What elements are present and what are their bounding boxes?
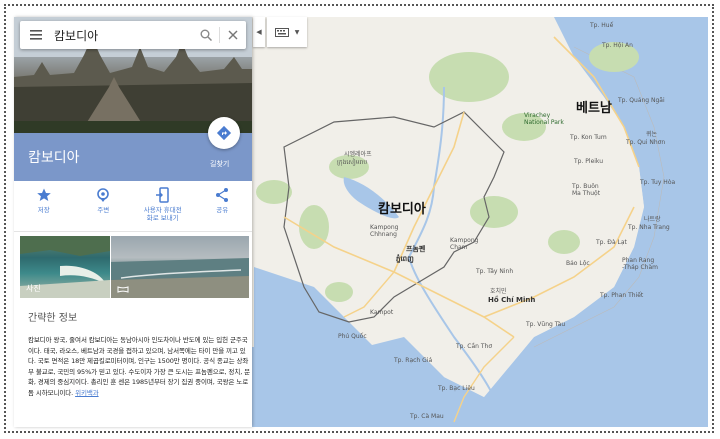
photos-label: 사진 bbox=[26, 284, 41, 293]
city-label-siem-reap: 시엠레아프 bbox=[344, 151, 372, 158]
directions-icon bbox=[216, 125, 232, 141]
photo-thumbnail-sea[interactable] bbox=[111, 236, 249, 298]
input-tools-button[interactable]: ▼ bbox=[267, 17, 307, 47]
nearby-label: 주변 bbox=[97, 206, 110, 214]
country-label-vietnam: 베트남 bbox=[576, 101, 612, 116]
overview-heading: 간략한 정보 bbox=[28, 313, 78, 324]
send-to-phone-icon bbox=[155, 187, 169, 203]
overview-body: 캄보디아 왕국, 줄여서 캄보디아는 동남아시아 인도차이나 반도에 있는 입헌… bbox=[28, 336, 251, 397]
directions-label: 길찾기 bbox=[210, 160, 230, 168]
nearby-button[interactable]: 주변 bbox=[74, 185, 134, 231]
wikipedia-link[interactable]: 위키백과 bbox=[75, 389, 99, 397]
photo-thumbnail-beach[interactable]: 사진 bbox=[20, 236, 110, 298]
hamburger-menu-icon[interactable] bbox=[20, 21, 52, 49]
map-label: Phú Quốc bbox=[338, 333, 367, 340]
location-pin-icon bbox=[97, 188, 110, 202]
map-label: Tp. Quảng Ngãi bbox=[618, 97, 665, 104]
map-label: Tp. Pleiku bbox=[574, 158, 604, 165]
city-label-kampong-chhnang: Kampong Chhnang bbox=[370, 224, 399, 238]
star-icon bbox=[36, 188, 51, 201]
search-input[interactable]: 캄보디아 bbox=[52, 27, 193, 44]
map-label: Tp. Tây Ninh bbox=[476, 268, 514, 275]
collapse-panel-button[interactable]: ◀ bbox=[253, 17, 265, 47]
panorama-icon bbox=[117, 286, 129, 293]
map-label: Tp. Kon Tum bbox=[570, 134, 607, 141]
search-icon[interactable] bbox=[193, 21, 219, 49]
map-label: Kampong Cham bbox=[450, 237, 479, 251]
map-label: Tp. Nha Trang bbox=[628, 224, 670, 231]
map-label: 퀴논 bbox=[646, 131, 658, 138]
action-bar: 저장 주변 사용자 휴대전 화로 보내기 공유 bbox=[14, 185, 252, 231]
map-label: Tp. Qui Nhơn bbox=[626, 139, 666, 146]
chevron-left-icon: ◀ bbox=[256, 28, 262, 36]
city-label-ho-chi-minh-ko: 호치민 bbox=[490, 288, 507, 295]
park-label-virachey: Virachey National Park bbox=[524, 112, 564, 126]
share-label: 공유 bbox=[216, 206, 229, 214]
city-label-phnom-penh: 프놈펜 bbox=[406, 245, 426, 253]
map-label: Tp. Bạc Liêu bbox=[438, 385, 475, 392]
country-label-cambodia: 캄보디아 bbox=[378, 202, 426, 217]
place-panel: 캄보디아 캄보디아 길찾기 저장 주변 사용자 휴대전 화로 보내기 공유 사진… bbox=[14, 17, 252, 427]
save-button[interactable]: 저장 bbox=[14, 185, 74, 231]
city-label-phnom-penh-khmer: ភ្នំពេញ bbox=[396, 255, 414, 263]
share-icon bbox=[216, 188, 229, 202]
directions-button[interactable] bbox=[208, 117, 240, 149]
map-label: Tp. Vũng Tàu bbox=[526, 321, 566, 328]
map-label: Tp. Tuy Hòa bbox=[640, 179, 676, 186]
forest-area bbox=[429, 52, 509, 102]
map-label: Tp. Đà Lạt bbox=[596, 239, 627, 246]
caret-down-icon: ▼ bbox=[294, 28, 300, 36]
map-label: Tp. Buôn Ma Thuột bbox=[572, 183, 601, 197]
keyboard-icon bbox=[274, 27, 289, 37]
overview-text: 캄보디아 왕국, 줄여서 캄보디아는 동남아시아 인도차이나 반도에 있는 입헌… bbox=[28, 335, 250, 398]
place-title: 캄보디아 bbox=[28, 150, 80, 166]
map-label: Tp. Huế bbox=[590, 22, 614, 29]
map-label: Tp. Hội An bbox=[602, 42, 633, 49]
send-to-phone-label: 사용자 휴대전 화로 보내기 bbox=[143, 206, 182, 222]
city-label-ho-chi-minh: Hồ Chí Minh bbox=[488, 296, 536, 304]
map-label: 나트랑 bbox=[644, 216, 661, 223]
hero-image[interactable]: 캄보디아 bbox=[14, 17, 252, 133]
city-label-siem-reap-khmer: ក្រុងសៀមរាប bbox=[337, 159, 368, 166]
map-label: Kampot bbox=[370, 309, 394, 316]
save-label: 저장 bbox=[37, 206, 50, 214]
divider bbox=[14, 231, 252, 232]
send-to-phone-button[interactable]: 사용자 휴대전 화로 보내기 bbox=[133, 185, 193, 231]
map-label: Tp. Cần Thơ bbox=[456, 343, 493, 350]
map-label: Tp. Rạch Giá bbox=[394, 357, 433, 364]
share-button[interactable]: 공유 bbox=[193, 185, 253, 231]
map-label: Tp. Cà Mau bbox=[410, 413, 444, 420]
search-box[interactable]: 캄보디아 bbox=[20, 21, 246, 49]
map-label: Bảo Lộc bbox=[566, 260, 590, 267]
close-icon[interactable] bbox=[220, 21, 246, 49]
map-label: Phan Rang -Tháp Chàm bbox=[622, 257, 658, 271]
map-label: Tp. Phan Thiết bbox=[600, 292, 644, 299]
